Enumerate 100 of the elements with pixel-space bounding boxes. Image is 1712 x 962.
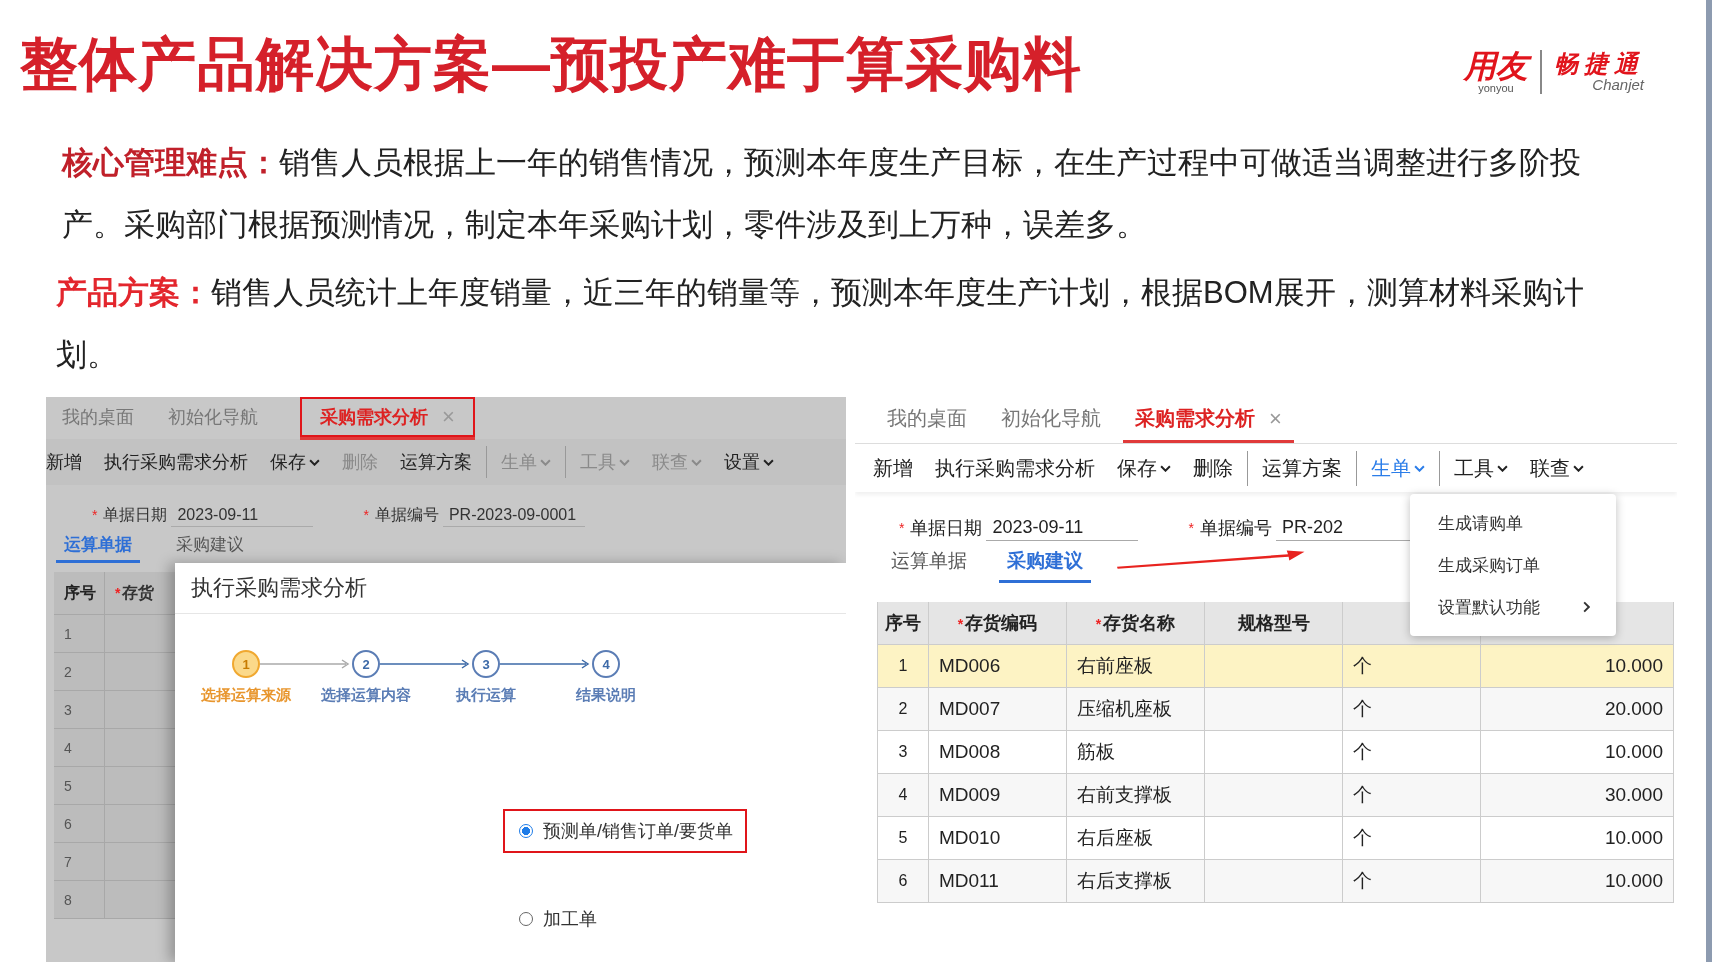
table-cell: MD008 [939,741,1001,763]
toolbar-button[interactable]: 新增 [873,450,913,486]
toolbar-button[interactable]: 联查 [1530,450,1584,486]
required-mark: * [92,507,98,523]
toolbar-button[interactable]: 删除 [1193,450,1233,486]
chevron-icon [691,458,702,466]
column-header: *存货 [115,582,155,604]
field-label: 单据编号 [1199,517,1272,540]
table-cell: 2 [898,700,908,718]
required-mark: * [363,507,369,523]
toolbar-button[interactable]: 生单 [1356,450,1425,486]
arrow-icon [380,659,472,669]
table-cell-text: 个 [1353,654,1372,678]
logo-product: 畅捷通 [1554,51,1644,76]
field-label: 单据日期 [910,517,983,540]
field-label: 单据编号 [374,504,439,525]
chevron-icon [619,458,630,466]
row-number: 1 [54,615,105,652]
table-row[interactable]: 1 MD006 右前座板 个 10.000 [878,645,1674,688]
chevron-icon [1414,464,1425,472]
toolbar-button[interactable]: 运算方案 [400,446,472,478]
table-cell: MD006 [939,655,1001,677]
step-number: 1 [232,650,260,678]
tab[interactable]: 初始化导航 [989,397,1113,443]
toolbar-button[interactable]: 保存 [1117,450,1171,486]
table-cell: 10.000 [1604,655,1663,677]
step-label: 结果说明 [575,686,637,705]
required-mark: * [1188,520,1194,536]
sub-tab[interactable]: 采购建议 [168,533,252,563]
table-cell-text: 筋板 [1077,740,1115,764]
row-number: 7 [54,843,105,880]
input-field[interactable]: 2023-09-11 [171,503,314,527]
tab[interactable]: 我的桌面 [875,397,979,443]
table-cell: 10.000 [1604,741,1663,763]
table-cell-text: 右后座板 [1077,826,1153,850]
paragraph: 核心管理难点：销售人员根据上一年的销售情况，预测本年度生产目标，在生产过程中可做适当调整进行多阶投产。采购部门根据预测情况，制定本年采购计划，零件涉及到上万种，误差多。 [60,144,1582,244]
step-label: 选择运算来源 [200,686,292,705]
row-number: 6 [54,805,105,842]
radio-option[interactable]: 预测单/销售订单/要货单 [505,811,745,851]
paragraph: 产品方案：销售人员统计上年度销量，近三年的销量等，预测本年度生产计划，根据BOM展开，测算材料采购计划。 [56,274,1585,374]
input-field[interactable]: 2023-09-11 [986,515,1139,541]
table-cell: MD007 [939,698,1001,720]
table-cell-text: 个 [1353,740,1372,764]
input-field[interactable]: PR-2023-09-0001 [442,503,585,527]
table-cell-text: 个 [1353,869,1372,893]
step-number: 2 [352,650,380,678]
table-cell-text: 压缩机座板 [1077,697,1172,721]
required-mark: * [899,520,905,536]
column-header: 序号 [885,612,921,635]
chevron-icon [540,458,551,466]
row-number: 4 [54,729,105,766]
column-header: *存货编码 [957,612,1038,635]
step-label: 执行运算 [455,686,517,705]
radio-option[interactable]: 加工单 [505,899,609,939]
dialog-title: 执行采购需求分析 [175,563,846,614]
table-row[interactable]: 4 MD009 右前支撑板 个 30.000 [878,774,1674,817]
step-number: 3 [472,650,500,678]
arrow-icon [260,659,352,669]
field-label: 单据日期 [103,504,168,525]
column-header: 规格型号 [1237,612,1310,635]
menu-item[interactable]: 设置默认功能 [1410,586,1616,628]
table-cell: 20.000 [1604,698,1663,720]
toolbar-button[interactable]: 新增 [46,446,82,478]
table-cell: 1 [898,657,908,675]
table-row[interactable]: 2 MD007 压缩机座板 个 20.000 [878,688,1674,731]
row-number: 2 [54,653,105,690]
table-cell-text: 右前座板 [1077,654,1153,678]
table-cell-text: 个 [1353,783,1372,807]
table-cell-text: 右后支撑板 [1077,869,1172,893]
table-cell: 4 [898,786,908,804]
table-cell: MD010 [939,827,1001,849]
menu-item[interactable]: 生成采购订单 [1410,544,1616,586]
table-cell-text: 个 [1353,826,1372,850]
table-cell: 3 [898,743,908,761]
row-number: 3 [54,691,105,728]
toolbar-button[interactable]: 执行采购需求分析 [935,450,1095,486]
chevron-icon [309,458,320,466]
toolbar-button[interactable]: 保存 [270,446,320,478]
logo-subtitle: yonyou [1478,82,1514,94]
sub-tab[interactable]: 运算单据 [883,548,975,583]
slide-title: 整体产品解决方案—预投产难于算采购料 [20,30,1082,98]
logo-subtitle: Chanjet [1592,75,1644,93]
table-cell: 10.000 [1604,827,1663,849]
table-cell: MD009 [939,784,1001,806]
row-number: 8 [54,881,105,918]
toolbar-button[interactable]: 工具 [1439,450,1508,486]
table-cell-text: 个 [1353,697,1372,721]
table-cell: MD011 [939,870,999,892]
toolbar-button[interactable]: 运算方案 [1247,450,1342,486]
table-cell: 30.000 [1604,784,1663,806]
chevron-icon [1160,464,1171,472]
table-cell: 10.000 [1604,870,1663,892]
toolbar-button[interactable]: 执行采购需求分析 [104,446,248,478]
toolbar-button[interactable]: 设置 [724,446,774,478]
column-header: *存货名称 [1095,612,1176,635]
table-cell: 5 [898,829,908,847]
table-cell: 6 [898,872,908,890]
sub-tab[interactable]: 采购建议 [999,548,1091,583]
table-row[interactable]: 6 MD011 右后支撑板 个 10.000 [878,860,1674,903]
step-label: 选择运算内容 [320,686,412,705]
